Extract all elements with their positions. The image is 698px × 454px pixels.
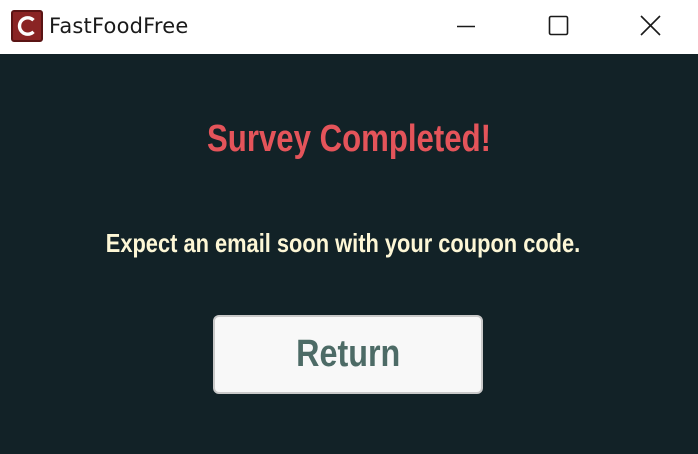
- fastfoodfree-c-logo-icon: [11, 10, 43, 42]
- title-bar[interactable]: FastFoodFree: [0, 0, 698, 54]
- app-window: FastFoodFree Survey Completed! Expect an…: [0, 0, 698, 454]
- minimize-button[interactable]: [443, 0, 489, 54]
- window-title: FastFoodFree: [49, 14, 189, 38]
- maximize-icon: [548, 15, 569, 36]
- close-icon: [640, 15, 661, 36]
- survey-completed-heading: Survey Completed!: [207, 118, 491, 160]
- return-button[interactable]: Return: [213, 315, 483, 394]
- maximize-button[interactable]: [535, 0, 581, 54]
- minimize-icon: [457, 25, 475, 28]
- client-area: Survey Completed! Expect an email soon w…: [0, 54, 698, 454]
- return-button-label: Return: [295, 333, 401, 375]
- close-button[interactable]: [627, 0, 673, 54]
- coupon-email-message: Expect an email soon with your coupon co…: [105, 228, 581, 258]
